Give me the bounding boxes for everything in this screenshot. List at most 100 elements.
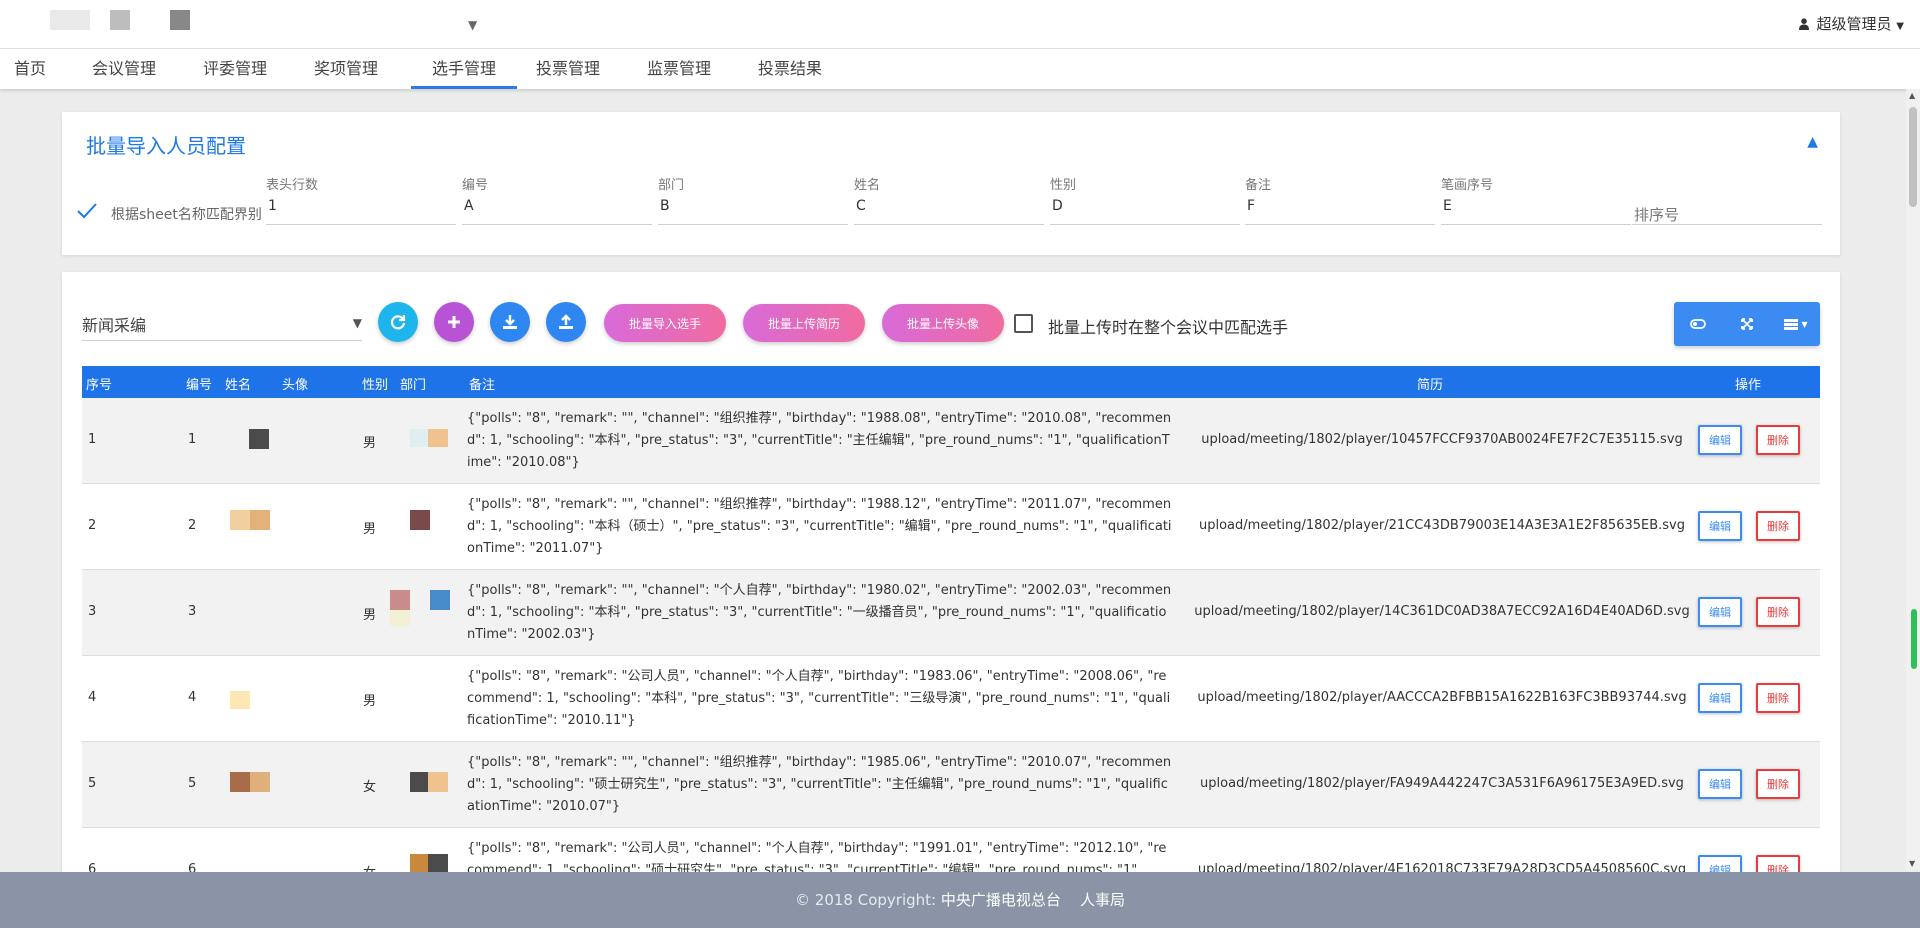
page-scrollbar[interactable]: ▲ ▼ (1906, 89, 1920, 870)
copyright-text: © 2018 Copyright: (795, 891, 937, 909)
col-ops: 操作 (1735, 378, 1762, 393)
tab-meetings[interactable]: 会议管理 (80, 49, 168, 89)
chevron-up-icon[interactable]: ▲ (1807, 134, 1818, 150)
dept-thumb (428, 854, 448, 874)
upload-resume-button[interactable]: 批量上传简历 (743, 304, 865, 342)
edit-button[interactable]: 编辑 (1698, 511, 1742, 541)
table-row: 4 4 男 {"polls": "8", "remark": "公司人员", "… (82, 656, 1820, 742)
delete-button[interactable]: 删除 (1756, 597, 1800, 627)
caret-down-icon: ▼ (1801, 319, 1808, 329)
table-body: 1 1 男 {"polls": "8", "remark": "", "chan… (82, 398, 1820, 914)
import-config-card: 批量导入人员配置 ▲ 根据sheet名称匹配界别 表头行数 1 编号 A 部门 … (62, 112, 1840, 255)
edit-button[interactable]: 编辑 (1698, 425, 1742, 455)
scrollbar-thumb[interactable] (1909, 107, 1917, 207)
logo (50, 10, 90, 30)
dept-thumb (410, 429, 428, 447)
footer: © 2018 Copyright: 中央广播电视总台 人事局 (0, 872, 1920, 928)
col-remark[interactable]: 备注 (469, 374, 495, 393)
avatar (230, 772, 250, 792)
avatar (230, 510, 250, 530)
dept-column-field[interactable]: 部门 B (658, 174, 848, 225)
fullscreen-button[interactable] (1723, 302, 1772, 346)
dept-thumb (428, 429, 448, 447)
stroke-order-field[interactable]: 笔画序号 E (1441, 174, 1631, 225)
user-icon (1798, 18, 1809, 30)
match-sheet-label: 根据sheet名称匹配界别 (111, 207, 262, 223)
fullscreen-icon (1741, 318, 1753, 330)
add-button[interactable] (434, 302, 474, 342)
tab-awards[interactable]: 奖项管理 (302, 49, 390, 89)
table-row: 3 3 男 {"polls": "8", "remark": "", "chan… (82, 570, 1820, 656)
download-button[interactable] (490, 302, 530, 342)
col-resume[interactable]: 简历 (1417, 374, 1443, 393)
resume-link[interactable]: upload/meeting/1802/player/14C361DC0AD38… (1192, 604, 1692, 619)
edit-button[interactable]: 编辑 (1698, 769, 1742, 799)
logo-mark-2 (170, 10, 190, 30)
dept-thumb (410, 854, 428, 874)
sort-number-field[interactable]: 排序号 (1632, 174, 1822, 225)
category-select[interactable]: 新闻采编 ▼ (82, 308, 362, 341)
resume-link[interactable]: upload/meeting/1802/player/21CC43DB79003… (1192, 518, 1692, 533)
resume-link[interactable]: upload/meeting/1802/player/AACCCA2BFBB15… (1192, 690, 1692, 705)
table-tools: ▼ (1674, 302, 1820, 346)
tab-players[interactable]: 选手管理 (411, 49, 517, 89)
logo-mark (110, 10, 130, 30)
remark-column-field[interactable]: 备注 F (1245, 174, 1435, 225)
col-name[interactable]: 姓名 (225, 374, 251, 393)
scroll-indicator (1911, 609, 1917, 669)
upload-icon (559, 314, 573, 329)
col-num[interactable]: 编号 (186, 374, 212, 393)
avatar (250, 510, 270, 530)
columns-button[interactable]: ▼ (1771, 302, 1820, 346)
resume-link[interactable]: upload/meeting/1802/player/FA949A442247C… (1192, 776, 1692, 791)
toggle-button[interactable] (1674, 302, 1723, 346)
header-rows-field[interactable]: 表头行数 1 (266, 174, 456, 225)
col-gender[interactable]: 性别 (362, 374, 388, 393)
name-column-field[interactable]: 姓名 C (854, 174, 1044, 225)
caret-down-icon[interactable]: ▼ (468, 18, 477, 32)
footer-dept: 人事局 (1079, 891, 1125, 909)
avatar (230, 691, 250, 709)
scroll-up-icon[interactable]: ▲ (1909, 91, 1915, 100)
edit-button[interactable]: 编辑 (1698, 597, 1742, 627)
top-bar: ▼ 超级管理员 ▼ (0, 0, 1920, 49)
main-nav: 首页 会议管理 评委管理 奖项管理 选手管理 投票管理 监票管理 投票结果 (0, 49, 1920, 89)
resume-link[interactable]: upload/meeting/1802/player/10457FCCF9370… (1192, 432, 1692, 447)
scroll-down-icon[interactable]: ▼ (1909, 859, 1915, 868)
dept-thumb (430, 590, 450, 610)
tab-results[interactable]: 投票结果 (746, 49, 834, 89)
number-column-field[interactable]: 编号 A (462, 174, 652, 225)
match-all-label: 批量上传时在整个会议中匹配选手 (1048, 318, 1289, 337)
columns-icon (1783, 318, 1798, 330)
avatar (250, 772, 270, 792)
dept-thumb (428, 772, 448, 792)
upload-button[interactable] (546, 302, 586, 342)
table-row: 5 5 女 {"polls": "8", "remark": "", "chan… (82, 742, 1820, 828)
import-players-button[interactable]: 批量导入选手 (604, 304, 726, 342)
upload-avatar-button[interactable]: 批量上传头像 (882, 304, 1004, 342)
col-avatar[interactable]: 头像 (282, 374, 308, 393)
delete-button[interactable]: 删除 (1756, 769, 1800, 799)
tab-voting[interactable]: 投票管理 (524, 49, 612, 89)
match-all-checkbox[interactable] (1014, 314, 1033, 333)
user-menu[interactable]: 超级管理员 ▼ (1798, 13, 1904, 34)
col-seq[interactable]: 序号 (86, 374, 112, 393)
tab-home[interactable]: 首页 (0, 49, 60, 89)
dept-thumb (410, 772, 428, 792)
table-row: 1 1 男 {"polls": "8", "remark": "", "chan… (82, 398, 1820, 484)
edit-button[interactable]: 编辑 (1698, 683, 1742, 713)
toggle-icon (1690, 319, 1707, 329)
check-icon[interactable] (76, 200, 98, 222)
refresh-icon (390, 315, 406, 330)
delete-button[interactable]: 删除 (1756, 683, 1800, 713)
tab-monitoring[interactable]: 监票管理 (635, 49, 723, 89)
tab-judges[interactable]: 评委管理 (191, 49, 279, 89)
col-dept[interactable]: 部门 (400, 374, 426, 393)
plus-icon (448, 316, 460, 328)
delete-button[interactable]: 删除 (1756, 511, 1800, 541)
delete-button[interactable]: 删除 (1756, 425, 1800, 455)
refresh-button[interactable] (378, 302, 418, 342)
table-header: 序号 编号 姓名 头像 性别 部门 备注 简历 操作 (82, 366, 1820, 398)
gender-column-field[interactable]: 性别 D (1050, 174, 1240, 225)
footer-org: 中央广播电视总台 (940, 891, 1061, 909)
